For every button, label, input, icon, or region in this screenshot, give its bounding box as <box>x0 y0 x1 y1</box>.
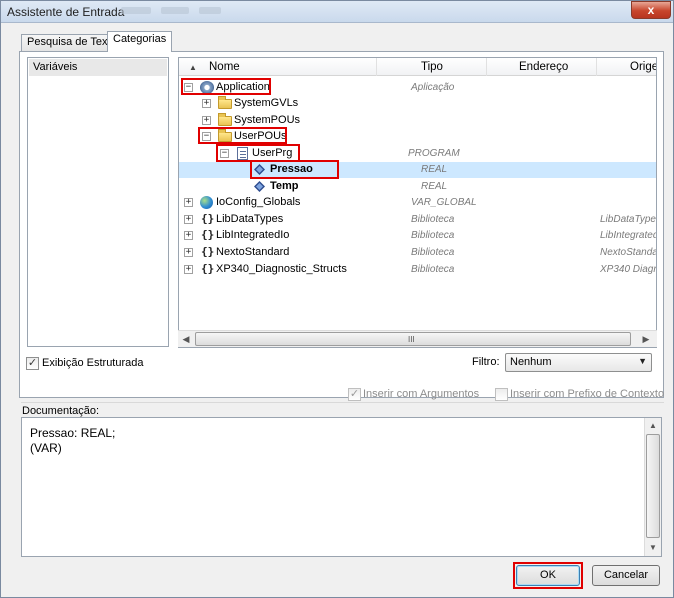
documentation-label: Documentação: <box>22 405 100 417</box>
tree-item-origin: XP340 Diagno <box>600 264 656 275</box>
library-braces-icon: {} <box>201 245 215 258</box>
insert-with-arguments-checkbox[interactable]: ✓ <box>348 388 361 401</box>
sort-ascending-icon[interactable]: ▲ <box>189 63 197 72</box>
variable-icon <box>254 181 265 192</box>
background-menu-ghost <box>161 7 189 14</box>
tree-item-type: Biblioteca <box>411 230 455 241</box>
tree-item-label: Temp <box>270 180 299 192</box>
window-title: Assistente de Entrada <box>7 5 125 19</box>
tree-item-origin: NextoStanda <box>600 247 657 258</box>
tree-item-origin: LibDataTypes <box>600 214 657 225</box>
tree-row-libintegratedio[interactable]: + {} LibIntegratedIo Biblioteca LibInteg… <box>179 228 656 244</box>
tree-item-label: SystemGVLs <box>234 97 299 109</box>
tree-item-type: Biblioteca <box>411 214 455 225</box>
symbol-tree[interactable]: ▲ Nome Tipo Endereço Orige − Application… <box>178 57 657 348</box>
tree-item-label: LibIntegratedIo <box>216 229 290 241</box>
tree-row-xp340-diagnostic-structs[interactable]: + {} XP340_Diagnostic_Structs Biblioteca… <box>179 262 656 278</box>
category-label: Variáveis <box>33 61 78 73</box>
input-assistant-dialog: Assistente de Entrada x Pesquisa de Text… <box>0 0 674 598</box>
documentation-text: Pressao: REAL; (VAR) <box>30 426 116 455</box>
tree-item-type: VAR_GLOBAL <box>411 197 477 208</box>
tab-label: Pesquisa de Texto <box>27 36 117 48</box>
insert-with-prefix-label: Inserir com Prefixo de Contexto <box>510 388 665 400</box>
tab-label: Categorias <box>113 33 167 45</box>
tree-item-label: SystemPOUs <box>234 114 301 126</box>
column-address[interactable]: Endereço <box>519 61 568 73</box>
highlight-box-pressao <box>250 160 339 179</box>
cancel-button-label: Cancelar <box>603 569 649 581</box>
category-item-variables[interactable]: Variáveis <box>29 59 167 76</box>
scroll-up-icon[interactable]: ▲ <box>645 418 661 433</box>
tree-item-type: PROGRAM <box>408 148 460 159</box>
filter-value: Nenhum <box>510 356 552 368</box>
expand-icon[interactable]: + <box>202 116 211 125</box>
background-menu-ghost <box>121 7 151 14</box>
tree-horizontal-scrollbar[interactable]: ◀ III ▶ <box>178 330 657 347</box>
tree-item-type: REAL <box>421 164 448 175</box>
library-braces-icon: {} <box>201 262 215 275</box>
background-menu-ghost <box>199 7 221 14</box>
highlight-box-ok <box>513 562 583 589</box>
globe-icon <box>200 196 213 209</box>
category-list[interactable]: Variáveis <box>27 57 169 347</box>
tree-item-label: IoConfig_Globals <box>216 196 301 208</box>
tree-item-label: LibDataTypes <box>216 213 284 225</box>
tree-item-type: REAL <box>421 181 448 192</box>
column-name[interactable]: Nome <box>209 61 240 73</box>
structured-view-checkbox[interactable]: ✓ <box>26 357 39 370</box>
expand-icon[interactable]: + <box>202 99 211 108</box>
column-separator[interactable] <box>486 58 487 76</box>
chevron-down-icon: ▼ <box>638 356 647 366</box>
structured-view-label: Exibição Estruturada <box>42 357 144 369</box>
documentation-vertical-scrollbar[interactable]: ▲ ▼ <box>644 418 661 556</box>
cancel-button[interactable]: Cancelar <box>592 565 660 586</box>
library-braces-icon: {} <box>201 212 215 225</box>
filter-label: Filtro: <box>472 356 500 368</box>
scroll-down-icon[interactable]: ▼ <box>645 540 661 555</box>
scroll-right-icon[interactable]: ▶ <box>638 332 654 347</box>
grip-icon: III <box>408 335 415 344</box>
expand-icon[interactable]: + <box>184 215 193 224</box>
divider <box>21 402 664 403</box>
library-braces-icon: {} <box>201 228 215 241</box>
scroll-thumb[interactable] <box>646 434 660 538</box>
column-separator[interactable] <box>376 58 377 76</box>
insert-with-prefix-checkbox[interactable] <box>495 388 508 401</box>
column-header: ▲ Nome Tipo Endereço Orige <box>179 58 656 76</box>
highlight-box-application <box>181 78 271 95</box>
expand-icon[interactable]: + <box>184 198 193 207</box>
column-separator[interactable] <box>596 58 597 76</box>
expand-icon[interactable]: + <box>184 265 193 274</box>
expand-icon[interactable]: + <box>184 231 193 240</box>
tree-item-type: Biblioteca <box>411 247 455 258</box>
title-bar[interactable]: Assistente de Entrada x <box>1 1 673 23</box>
column-type[interactable]: Tipo <box>421 61 443 73</box>
filter-dropdown[interactable]: Nenhum ▼ <box>505 353 652 372</box>
close-icon: x <box>647 3 655 17</box>
insert-with-arguments-label: Inserir com Argumentos <box>363 388 480 400</box>
tree-item-type: Aplicação <box>411 82 455 93</box>
tree-item-label: NextoStandard <box>216 246 290 258</box>
tree-item-origin: LibIntegrated <box>600 230 657 241</box>
column-origin[interactable]: Orige <box>630 61 656 73</box>
tab-categories[interactable]: Categorias <box>107 31 173 52</box>
close-button[interactable]: x <box>631 1 671 19</box>
highlight-box-userpous <box>198 127 287 144</box>
tree-item-label: XP340_Diagnostic_Structs <box>216 263 347 275</box>
documentation-textbox[interactable]: Pressao: REAL; (VAR) ▲ ▼ <box>21 417 662 557</box>
scroll-thumb[interactable]: III <box>195 332 631 346</box>
tree-row-libdatatypes[interactable]: + {} LibDataTypes Biblioteca LibDataType… <box>179 212 656 228</box>
folder-icon <box>218 113 232 126</box>
expand-icon[interactable]: + <box>184 248 193 257</box>
tree-row-systemgvls[interactable]: + SystemGVLs <box>179 96 656 112</box>
scroll-left-icon[interactable]: ◀ <box>178 332 194 347</box>
tree-row-ioconfig-globals[interactable]: + IoConfig_Globals VAR_GLOBAL <box>179 195 656 211</box>
folder-icon <box>218 96 232 109</box>
tree-row-nextostandard[interactable]: + {} NextoStandard Biblioteca NextoStand… <box>179 245 656 261</box>
tree-row-temp[interactable]: Temp REAL <box>179 179 656 195</box>
tree-item-type: Biblioteca <box>411 264 455 275</box>
